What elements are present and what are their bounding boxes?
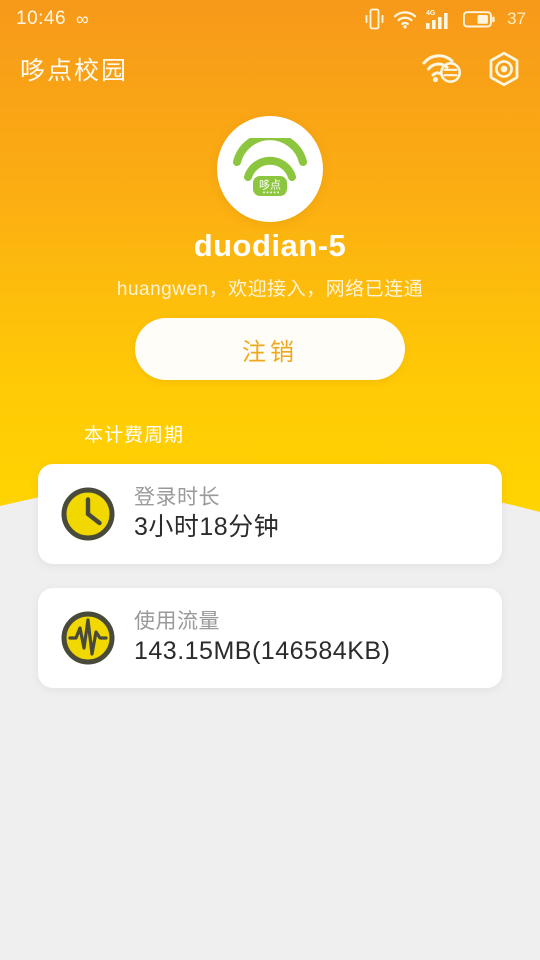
card-text: 使用流量 143.15MB(146584KB) bbox=[134, 609, 390, 668]
infinity-icon: ∞ bbox=[76, 9, 89, 29]
card-label: 使用流量 bbox=[134, 609, 220, 633]
traffic-pulse-icon bbox=[61, 611, 115, 665]
card-login-duration[interactable]: 登录时长 3小时18分钟 bbox=[38, 464, 502, 564]
battery-icon bbox=[463, 10, 495, 27]
battery-percent: 37 bbox=[507, 9, 526, 28]
status-icons: 4G 37 bbox=[365, 8, 526, 30]
duodian-wifi-logo: 哆点 bbox=[217, 116, 323, 222]
status-time: 10:46 bbox=[16, 8, 67, 29]
app-title: 哆点校园 bbox=[20, 57, 129, 85]
card-value: 143.15MB(146584KB) bbox=[134, 636, 391, 665]
logo-glyph: 哆点 bbox=[233, 138, 307, 196]
app-bar-actions bbox=[422, 51, 522, 87]
logout-button[interactable]: 注销 bbox=[135, 318, 405, 380]
status-bar: 10:46 ∞ 4G 37 bbox=[0, 0, 540, 38]
wifi-icon bbox=[393, 10, 417, 28]
card-data-usage[interactable]: 使用流量 143.15MB(146584KB) bbox=[38, 588, 502, 688]
logo-badge-text: 哆点 bbox=[259, 179, 281, 192]
card-label: 登录时长 bbox=[134, 485, 220, 509]
signal-4g-icon: 4G bbox=[426, 10, 448, 29]
clock-icon bbox=[61, 487, 115, 541]
settings-hex-icon[interactable] bbox=[486, 51, 522, 87]
vibrate-icon bbox=[365, 8, 384, 30]
app-bar: 哆点校园 bbox=[0, 38, 540, 100]
wifi-settings-icon[interactable] bbox=[422, 52, 464, 86]
card-text: 登录时长 3小时18分钟 bbox=[134, 485, 279, 544]
app-root: 10:46 ∞ 4G 37 哆点校园 哆点 duodian-5 huangwen… bbox=[0, 0, 540, 960]
svg-text:4G: 4G bbox=[426, 10, 436, 17]
ssid-name: duodian-5 bbox=[193, 228, 347, 263]
welcome-message: huangwen，欢迎接入，网络已连通 bbox=[116, 279, 424, 300]
card-value: 3小时18分钟 bbox=[134, 512, 280, 541]
billing-section-label: 本计费周期 bbox=[84, 425, 185, 446]
